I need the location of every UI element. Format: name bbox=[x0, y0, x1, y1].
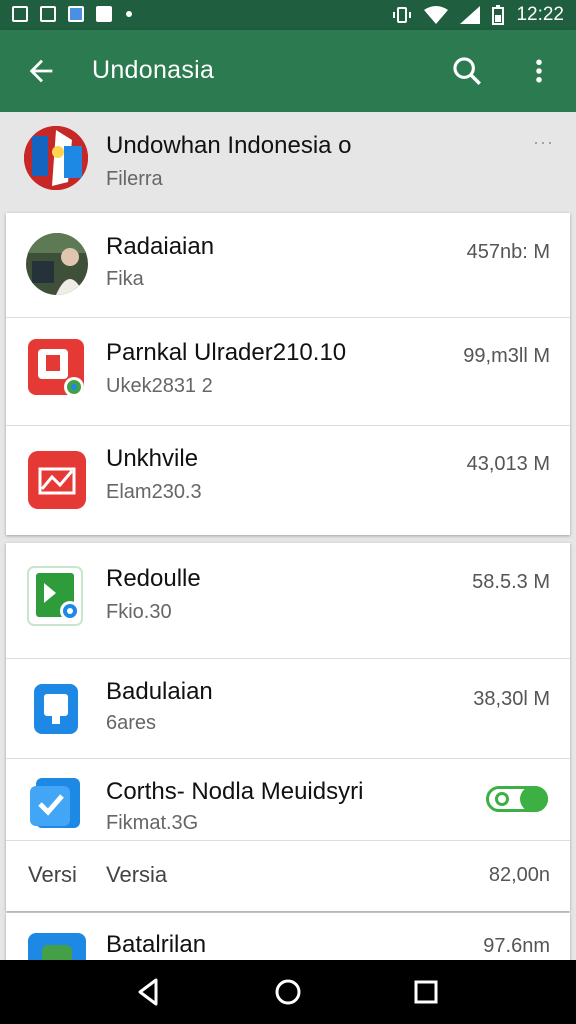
version-size: 82,00n bbox=[488, 864, 550, 886]
avatar[interactable] bbox=[24, 126, 88, 190]
item-size: 457nb: M bbox=[466, 241, 550, 263]
red-square-app-icon bbox=[26, 337, 88, 399]
search-icon[interactable] bbox=[450, 54, 484, 88]
photo-avatar bbox=[26, 233, 88, 295]
item-size: 58.5.3 M bbox=[472, 571, 550, 593]
status-time: 12:22 bbox=[516, 4, 564, 25]
list-item[interactable]: Redoulle Fkio.30 58.5.3 M bbox=[6, 543, 570, 659]
app-list-card: Radaiaian Fika 457nb: M Parnkal Ulrader2… bbox=[6, 213, 570, 535]
blue-app-icon bbox=[26, 678, 88, 740]
header-subtitle: Filerra bbox=[106, 168, 163, 190]
item-title: Unkhvile bbox=[106, 445, 199, 472]
red-chart-app-icon bbox=[26, 449, 88, 511]
header-title: Undowhan Indonesia o bbox=[106, 132, 352, 159]
signal-icon bbox=[460, 6, 481, 24]
wifi-icon bbox=[424, 6, 449, 24]
item-title: Parnkal Ulrader210.10 bbox=[106, 339, 347, 366]
calendar-icon bbox=[96, 6, 112, 22]
version-value: Versia bbox=[106, 862, 168, 887]
arrow-back-icon[interactable] bbox=[24, 54, 58, 88]
blue-check-app-icon bbox=[26, 774, 88, 836]
nav-recents-icon[interactable] bbox=[410, 976, 442, 1008]
green-doc-app-icon bbox=[26, 565, 88, 627]
nav-back-icon[interactable] bbox=[132, 976, 164, 1008]
item-title: Radaiaian bbox=[106, 233, 215, 260]
profile-header: Undowhan Indonesia o Filerra ··· bbox=[0, 112, 576, 212]
item-size: 97.6nm bbox=[483, 935, 550, 957]
item-subtitle: Fika bbox=[106, 268, 144, 290]
item-size: 99,m3ll M bbox=[463, 345, 550, 367]
item-toggle[interactable] bbox=[486, 786, 548, 812]
dot-icon bbox=[126, 11, 132, 17]
item-title: Redoulle bbox=[106, 565, 201, 592]
version-row[interactable]: Versi Versia 82,00n bbox=[6, 840, 570, 910]
toggle-knob bbox=[495, 792, 509, 806]
item-subtitle: Fikmat.3G bbox=[106, 812, 199, 834]
list-item[interactable]: Parnkal Ulrader210.10 Ukek2831 2 99,m3ll… bbox=[6, 317, 570, 426]
item-title: Badulaian bbox=[106, 678, 213, 705]
item-title: Corths- Nodla Meuidsyri bbox=[106, 778, 364, 805]
nav-home-icon[interactable] bbox=[272, 976, 304, 1008]
navigation-bar bbox=[0, 960, 576, 1024]
status-right-icons: 12:22 bbox=[392, 4, 564, 26]
app-list-card-2: Redoulle Fkio.30 58.5.3 M Badulaian 6are… bbox=[6, 543, 570, 911]
status-bar: 12:22 bbox=[0, 0, 576, 30]
photo-icon bbox=[12, 6, 28, 22]
toggle-pill bbox=[520, 786, 548, 812]
item-subtitle: Elam230.3 bbox=[106, 481, 202, 503]
app-bar: Undonasia bbox=[0, 30, 576, 112]
item-subtitle: Fkio.30 bbox=[106, 601, 172, 623]
list-item[interactable]: Radaiaian Fika 457nb: M bbox=[6, 213, 570, 318]
version-label: Versi bbox=[28, 862, 77, 887]
item-subtitle: 6ares bbox=[106, 712, 157, 734]
header-more-button[interactable]: ··· bbox=[533, 132, 554, 153]
page-title: Undonasia bbox=[92, 56, 215, 84]
vibrate-icon bbox=[393, 7, 412, 23]
map-icon bbox=[68, 6, 84, 22]
more-vert-icon[interactable] bbox=[524, 54, 554, 88]
status-left-icons bbox=[12, 6, 132, 22]
item-size: 43,013 M bbox=[466, 453, 550, 475]
list-item[interactable]: Corths- Nodla Meuidsyri Fikmat.3G bbox=[6, 758, 570, 841]
item-subtitle: Ukek2831 2 bbox=[106, 375, 213, 397]
battery-icon bbox=[492, 5, 505, 25]
list-item[interactable]: Badulaian 6ares 38,30l M bbox=[6, 658, 570, 759]
list-item[interactable]: Unkhvile Elam230.3 43,013 M bbox=[6, 425, 570, 535]
gallery-icon bbox=[40, 6, 56, 22]
item-title: Batalrilan bbox=[106, 931, 207, 958]
item-size: 38,30l M bbox=[473, 688, 550, 710]
